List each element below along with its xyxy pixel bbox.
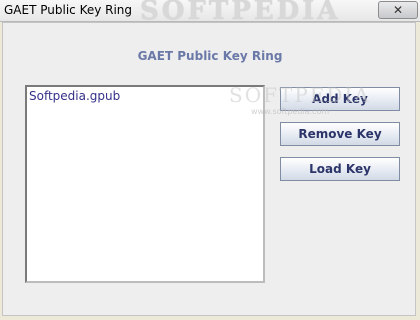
close-icon: ✕ (392, 3, 404, 17)
panel-heading: GAET Public Key Ring (137, 49, 283, 63)
window-title: GAET Public Key Ring (4, 3, 133, 17)
close-button[interactable]: ✕ (378, 1, 418, 19)
title-bar[interactable]: GAET Public Key Ring SOFTPEDIA ✕ (0, 0, 420, 26)
app-window: GAET Public Key Ring SOFTPEDIA ✕ GAET Pu… (0, 0, 420, 320)
list-item[interactable]: Softpedia.gpub (29, 89, 120, 103)
add-key-button[interactable]: Add Key (280, 87, 400, 111)
main-panel: GAET Public Key Ring Softpedia.gpub Add … (2, 22, 416, 316)
remove-key-button[interactable]: Remove Key (280, 122, 400, 146)
key-list[interactable]: Softpedia.gpub (25, 85, 265, 283)
load-key-button[interactable]: Load Key (280, 157, 400, 181)
